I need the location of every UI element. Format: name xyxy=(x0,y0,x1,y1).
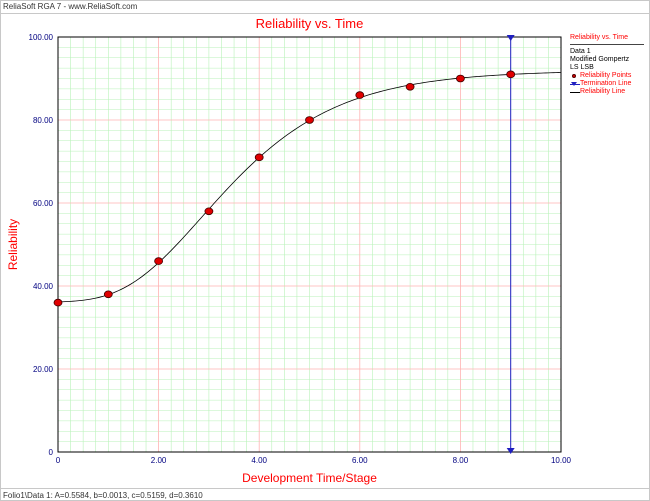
legend-item-label: Termination Line xyxy=(580,80,632,87)
reliability-point xyxy=(405,83,415,91)
x-axis-label: Development Time/Stage xyxy=(242,471,377,485)
legend-item-termination: Termination Line xyxy=(570,80,644,88)
y-tick-label: 60.00 xyxy=(33,199,54,208)
y-tick-label: 20.00 xyxy=(33,365,54,374)
legend-item-line: Reliability Line xyxy=(570,88,644,96)
reliability-point xyxy=(355,91,365,99)
legend-item-label: Reliability Points xyxy=(580,72,632,79)
reliability-point xyxy=(204,207,214,216)
blue-triangle-icon xyxy=(570,80,580,88)
x-tick-label: 0 xyxy=(56,456,61,465)
legend-divider xyxy=(570,44,644,45)
line-icon xyxy=(570,88,580,96)
legend-model: Modified Gompertz xyxy=(570,56,630,63)
reliability-point xyxy=(254,153,264,162)
legend-item-points: Reliability Points xyxy=(570,72,644,80)
x-tick-label: 10.00 xyxy=(551,456,572,465)
y-tick-label: 0 xyxy=(49,448,54,457)
x-tick-label: 8.00 xyxy=(453,456,469,465)
y-axis-label: Reliability xyxy=(6,219,20,270)
reliability-point xyxy=(154,257,164,265)
red-dot-icon xyxy=(570,72,580,80)
legend-item-label: Reliability Line xyxy=(580,88,626,95)
y-tick-label: 40.00 xyxy=(33,282,54,291)
grid xyxy=(58,37,561,452)
reliability-chart: 0 2.00 4.00 6.00 8.00 10.00 0 20.00 40.00 60.00 80… xyxy=(6,16,572,485)
legend-data-name: Data 1 xyxy=(570,48,591,55)
legend-title: Reliability vs. Time xyxy=(570,34,628,41)
reliability-point xyxy=(103,290,113,299)
x-tick-label: 2.00 xyxy=(151,456,167,465)
legend-method: LS LSB xyxy=(570,64,594,71)
legend: Reliability vs. Time Data 1 Modified Gom… xyxy=(570,34,644,96)
y-tick-label: 100.00 xyxy=(29,33,54,42)
x-tick-label: 6.00 xyxy=(352,456,368,465)
chart-title: Reliability vs. Time xyxy=(256,16,364,31)
reliability-point xyxy=(506,70,516,79)
y-tick-label: 80.00 xyxy=(33,116,54,125)
x-tick-label: 4.00 xyxy=(251,456,267,465)
reliability-point xyxy=(53,298,63,307)
reliability-point xyxy=(305,116,314,124)
reliability-point xyxy=(455,74,465,83)
